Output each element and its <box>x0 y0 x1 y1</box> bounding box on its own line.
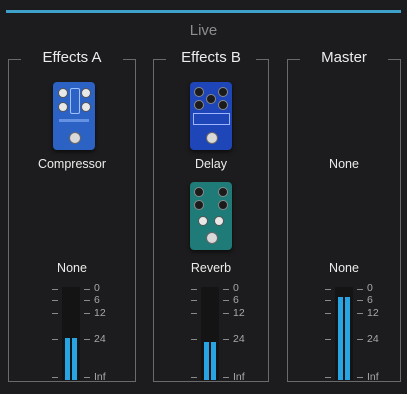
slot-1-label[interactable]: None <box>287 157 401 171</box>
scale-label: 6 <box>233 294 239 306</box>
scale-label: 6 <box>367 294 373 306</box>
panel-master: Master None None 0 6 12 24 Inf <box>287 49 401 383</box>
meter-bar-right <box>345 297 350 380</box>
panel-title-effects-a: Effects A <box>34 49 110 66</box>
scale-label: 24 <box>94 333 106 345</box>
level-meter <box>335 287 353 380</box>
slot-2-label[interactable]: None <box>287 261 401 275</box>
scale-label: Inf <box>233 371 245 383</box>
panel-title-master: Master <box>313 49 375 66</box>
header-accent-line <box>6 10 401 13</box>
meter-bar-right <box>211 341 216 380</box>
scale-label: 6 <box>94 294 100 306</box>
scale-label: 12 <box>233 307 245 319</box>
slot-1-label[interactable]: Delay <box>153 157 269 171</box>
panel-title-effects-b: Effects B <box>173 49 249 66</box>
meter-bar-left <box>338 297 343 380</box>
scale-label: Inf <box>94 371 106 383</box>
scale-label: 12 <box>367 307 379 319</box>
level-meter <box>201 287 219 380</box>
scale-label: 0 <box>233 282 239 294</box>
compressor-pedal-icon[interactable] <box>53 82 95 150</box>
scale-label: 24 <box>233 333 245 345</box>
meter-bar-right <box>72 338 77 380</box>
scale-label: 0 <box>367 282 373 294</box>
scale-label: 12 <box>94 307 106 319</box>
meter-bar-left <box>204 341 209 380</box>
slot-1-label[interactable]: Compressor <box>8 157 136 171</box>
panel-effects-a: Effects A Compressor None 0 6 12 24 Inf <box>8 49 136 383</box>
delay-pedal-icon[interactable] <box>190 82 232 150</box>
scale-label: 0 <box>94 282 100 294</box>
meter-bar-left <box>65 338 70 380</box>
scale-label: 24 <box>367 333 379 345</box>
level-meter <box>62 287 80 380</box>
scale-label: Inf <box>367 371 379 383</box>
page-title: Live <box>189 22 218 39</box>
slot-2-label[interactable]: Reverb <box>153 261 269 275</box>
reverb-pedal-icon[interactable] <box>190 182 232 250</box>
panel-effects-b: Effects B Delay Reverb 0 6 12 24 Inf <box>153 49 269 383</box>
slot-2-label[interactable]: None <box>8 261 136 275</box>
